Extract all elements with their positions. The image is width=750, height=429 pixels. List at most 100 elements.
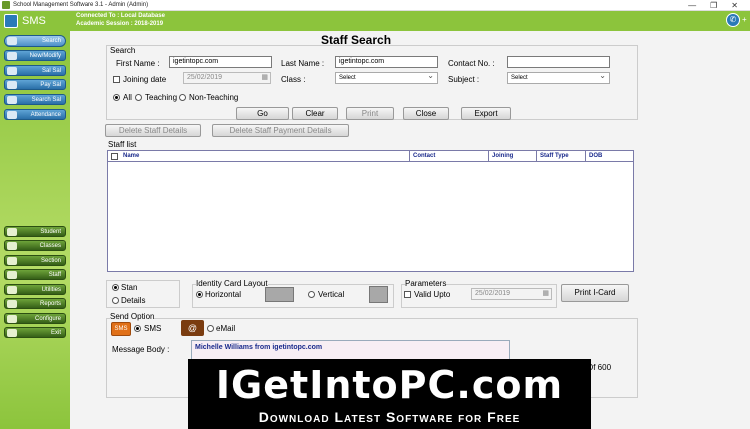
phone-icon[interactable]: ✆ [726,13,740,27]
calendar-icon[interactable]: ▦ [542,289,549,299]
section-icon [7,257,17,265]
close-window-icon[interactable]: ✕ [731,1,738,10]
go-button[interactable]: Go [236,107,289,120]
last-name-label: Last Name : [281,59,325,68]
joining-date-input[interactable]: 25/02/2019 ▦ [183,72,271,84]
sidebar-item-configure[interactable]: Configure [4,313,66,324]
filter-all-radio[interactable] [113,94,120,101]
sidebar-item-search-sal[interactable]: Search Sal [4,94,66,105]
email-label: eMail [216,324,236,333]
staff-list-label: Staff list [108,140,137,149]
search-group-label: Search [110,46,136,55]
sidebar-item-exit[interactable]: Exit [4,327,66,338]
contact-label: Contact No. : [448,59,495,68]
window-controls: — ❐ ✕ [688,1,750,10]
attendance-icon [7,111,17,119]
window-title: School Management Software 3.1 - Admin (… [13,2,149,8]
vertical-label: Vertical [318,290,345,299]
sms-icon: SMS [111,322,131,336]
email-radio[interactable] [207,325,214,332]
valid-upto-checkbox[interactable] [404,291,411,298]
column-name[interactable]: Name [120,151,410,162]
gear-icon [7,315,17,323]
subject-select[interactable]: Select [507,71,610,84]
view-details-label: Details [121,296,146,305]
sidebar-item-student[interactable]: Student [4,226,66,237]
parameters-label: Parameters [405,279,447,288]
email-icon: @ [181,320,204,336]
column-joining[interactable]: Joining [488,151,536,162]
search-salary-icon [7,96,17,104]
view-stan-label: Stan [121,283,138,292]
horizontal-label: Horizontal [205,290,242,299]
watermark-title: IGetIntoPC.com [215,363,564,407]
sidebar-item-section[interactable]: Section [4,255,66,266]
column-dob[interactable]: DOB [585,151,633,162]
staff-list-grid[interactable]: Name Contact Joining Staff Type DOB [107,150,634,272]
print-button[interactable]: Print [346,107,394,120]
sidebar-item-pay-sal[interactable]: Pay Sal [4,79,66,90]
search-icon [7,37,17,45]
message-body-input[interactable]: Michelle Williams from igetintopc.com [191,340,510,360]
watermark-subtitle: Download Latest Software for Free [258,409,521,425]
horizontal-card-preview [265,287,294,302]
view-details-radio[interactable] [112,297,119,304]
reports-icon [7,300,17,308]
sidebar-item-reports[interactable]: Reports [4,298,66,309]
column-contact[interactable]: Contact [409,151,488,162]
subject-label: Subject : [448,75,480,84]
column-staff-type[interactable]: Staff Type [536,151,585,162]
export-button[interactable]: Export [461,107,511,120]
first-name-label: First Name : [116,59,160,68]
connected-to: Connected To : Local Database [76,13,165,19]
watermark-banner: IGetIntoPC.com Download Latest Software … [188,359,591,429]
pay-icon [7,81,17,89]
select-all-checkbox[interactable] [111,153,118,160]
contact-input[interactable] [507,56,610,68]
staff-icon [7,271,17,279]
sidebar-item-utilities[interactable]: Utilities [4,284,66,295]
delete-staff-button[interactable]: Delete Staff Details [105,124,201,137]
sidebar-item-staff[interactable]: Staff [4,269,66,280]
staff-list-header: Name Contact Joining Staff Type DOB [108,151,633,162]
sidebar-item-new-modify[interactable]: New/Modify [4,50,66,61]
horizontal-radio[interactable] [196,291,203,298]
vertical-radio[interactable] [308,291,315,298]
joining-date-label: Joining date [123,75,167,84]
app-icon [2,1,10,9]
sms-label: SMS [144,324,162,333]
new-icon [7,52,17,60]
sidebar-item-classes[interactable]: Classes [4,240,66,251]
filter-non-teaching-radio[interactable] [179,94,186,101]
salary-icon [7,67,17,75]
utilities-icon [7,286,17,294]
close-button[interactable]: Close [403,107,449,120]
first-name-input[interactable]: igetintopc.com [169,56,272,68]
sidebar-item-attendance[interactable]: Attendance [4,109,66,120]
filter-teaching-label: Teaching [145,93,178,102]
academic-session: Academic Session : 2018-2019 [76,21,164,27]
maximize-icon[interactable]: ❐ [710,1,717,10]
app-header: SMS Connected To : Local Database Academ… [0,11,750,31]
connection-info: Connected To : Local Database Academic S… [76,12,165,28]
delete-payment-button[interactable]: Delete Staff Payment Details [212,124,349,137]
last-name-input[interactable]: igetintopc.com [335,56,438,68]
filter-all-label: All [123,93,132,102]
clear-button[interactable]: Clear [292,107,338,120]
sidebar-item-sal-sal[interactable]: Sal Sal [4,65,66,76]
valid-upto-input[interactable]: 25/02/2019 ▦ [471,288,552,300]
exit-icon [7,329,17,337]
calendar-icon[interactable]: ▦ [261,73,268,83]
id-card-label: Identity Card Layout [196,279,268,288]
minimize-icon[interactable]: — [688,1,696,10]
vertical-card-preview [369,286,388,303]
filter-teaching-radio[interactable] [135,94,142,101]
view-stan-radio[interactable] [112,284,119,291]
joining-date-checkbox[interactable] [113,76,120,83]
sidebar: Search New/Modify Sal Sal Pay Sal Search… [0,31,70,429]
sms-radio[interactable] [134,325,141,332]
send-option-label: Send Option [110,312,155,321]
print-icard-button[interactable]: Print I-Card [561,284,629,302]
sidebar-item-search[interactable]: Search [4,35,66,47]
class-select[interactable]: Select [335,71,438,84]
